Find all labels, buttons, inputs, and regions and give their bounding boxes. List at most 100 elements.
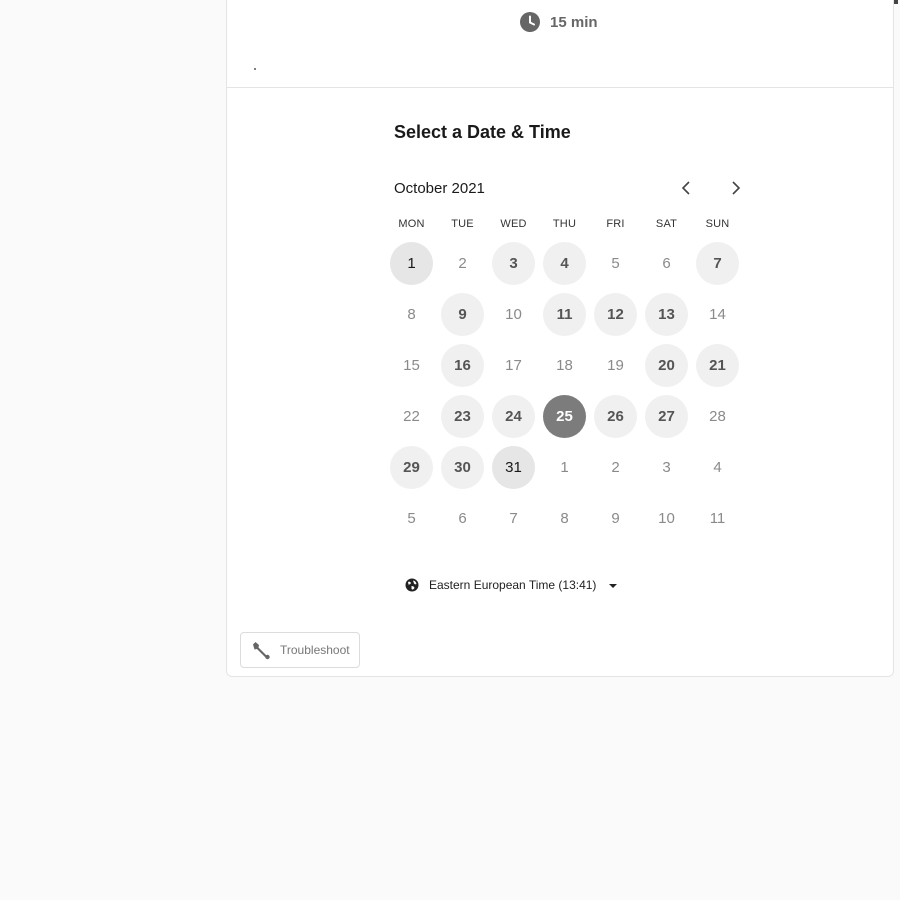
unavailable-day: 1: [539, 442, 590, 493]
selected-day[interactable]: 25: [539, 391, 590, 442]
available-day[interactable]: 23: [437, 391, 488, 442]
month-label: October 2021: [394, 179, 485, 197]
weekday-header: THU: [552, 218, 577, 230]
day-number: 11: [709, 510, 726, 527]
unavailable-day: 14: [692, 289, 743, 340]
available-day[interactable]: 7: [692, 238, 743, 289]
available-day[interactable]: 4: [539, 238, 590, 289]
available-day[interactable]: 3: [488, 238, 539, 289]
unavailable-day: 11: [692, 493, 743, 544]
available-day[interactable]: 30: [437, 442, 488, 493]
day-number: 15: [403, 357, 420, 374]
unavailable-day: 18: [539, 340, 590, 391]
day-number: 8: [407, 306, 416, 323]
calendar-grid: MON TUE WED THU FRI SAT SUN 1 2 3 4 5 6 7 8 9 10 11 12 13 14…: [386, 214, 743, 544]
available-day[interactable]: 11: [539, 289, 590, 340]
day-number: 26: [594, 395, 637, 438]
duration-text: 15 min: [550, 13, 598, 31]
available-day[interactable]: 1: [386, 238, 437, 289]
unavailable-day: 10: [641, 493, 692, 544]
day-number: 5: [407, 510, 416, 527]
day-number: 31: [492, 446, 535, 489]
description-dot: [254, 68, 256, 70]
booking-card: 15 min Select a Date & Time October 2021…: [226, 0, 894, 677]
available-day[interactable]: 24: [488, 391, 539, 442]
day-number: 9: [611, 510, 620, 527]
unavailable-day: 2: [590, 442, 641, 493]
available-day[interactable]: 12: [590, 289, 641, 340]
day-number: 28: [709, 408, 726, 425]
day-number: 6: [458, 510, 467, 527]
day-number: 7: [696, 242, 739, 285]
clock-icon: [520, 12, 540, 32]
day-number: 1: [390, 242, 433, 285]
day-number: 3: [662, 459, 671, 476]
available-day[interactable]: 27: [641, 391, 692, 442]
previous-month-button[interactable]: [673, 175, 699, 201]
day-number: 2: [458, 255, 467, 272]
available-day[interactable]: 31: [488, 442, 539, 493]
available-day[interactable]: 20: [641, 340, 692, 391]
day-number: 8: [560, 510, 569, 527]
unavailable-day: 15: [386, 340, 437, 391]
month-navigation: October 2021: [394, 175, 744, 201]
unavailable-day: 3: [641, 442, 692, 493]
weekday-header: FRI: [606, 218, 625, 230]
day-number: 20: [645, 344, 688, 387]
day-number: 24: [492, 395, 535, 438]
month-nav-buttons: [673, 175, 749, 201]
weekday-header: SUN: [705, 218, 730, 230]
timezone-selector[interactable]: Eastern European Time (13:41): [405, 578, 618, 592]
unavailable-day: 5: [386, 493, 437, 544]
day-number: 1: [560, 459, 569, 476]
available-day[interactable]: 21: [692, 340, 743, 391]
troubleshoot-label: Troubleshoot: [280, 643, 350, 657]
day-number: 6: [662, 255, 671, 272]
day-number: 5: [611, 255, 620, 272]
unavailable-day: 4: [692, 442, 743, 493]
weekday-header: WED: [500, 218, 527, 230]
event-header: 15 min: [227, 0, 893, 88]
unavailable-day: 17: [488, 340, 539, 391]
day-number: 22: [403, 408, 420, 425]
day-number: 14: [709, 306, 726, 323]
timezone-label: Eastern European Time (13:41): [429, 578, 597, 592]
unavailable-day: 8: [539, 493, 590, 544]
unavailable-day: 8: [386, 289, 437, 340]
available-day[interactable]: 13: [641, 289, 692, 340]
unavailable-day: 10: [488, 289, 539, 340]
day-number: 21: [696, 344, 739, 387]
chevron-right-icon: [732, 181, 741, 195]
weekday-header: TUE: [451, 218, 474, 230]
day-number: 7: [509, 510, 518, 527]
globe-icon: [405, 578, 419, 592]
day-number: 19: [607, 357, 624, 374]
day-number: 23: [441, 395, 484, 438]
available-day[interactable]: 26: [590, 391, 641, 442]
day-number: 4: [713, 459, 722, 476]
unavailable-day: 2: [437, 238, 488, 289]
unavailable-day: 6: [437, 493, 488, 544]
unavailable-day: 9: [590, 493, 641, 544]
available-day[interactable]: 16: [437, 340, 488, 391]
day-number: 27: [645, 395, 688, 438]
weekday-header: MON: [398, 218, 425, 230]
day-number: 25: [543, 395, 586, 438]
unavailable-day: 7: [488, 493, 539, 544]
day-number: 10: [658, 510, 675, 527]
day-number: 16: [441, 344, 484, 387]
day-number: 13: [645, 293, 688, 336]
next-month-button[interactable]: [723, 175, 749, 201]
available-day[interactable]: 29: [386, 442, 437, 493]
available-day[interactable]: 9: [437, 289, 488, 340]
unavailable-day: 5: [590, 238, 641, 289]
wrench-icon: [253, 642, 270, 660]
day-number: 29: [390, 446, 433, 489]
troubleshoot-button[interactable]: Troubleshoot: [240, 632, 360, 668]
weekday-header: SAT: [655, 218, 678, 230]
chevron-left-icon: [681, 181, 690, 195]
unavailable-day: 28: [692, 391, 743, 442]
day-number: 11: [543, 293, 586, 336]
page-title: Select a Date & Time: [394, 122, 571, 142]
unavailable-day: 6: [641, 238, 692, 289]
